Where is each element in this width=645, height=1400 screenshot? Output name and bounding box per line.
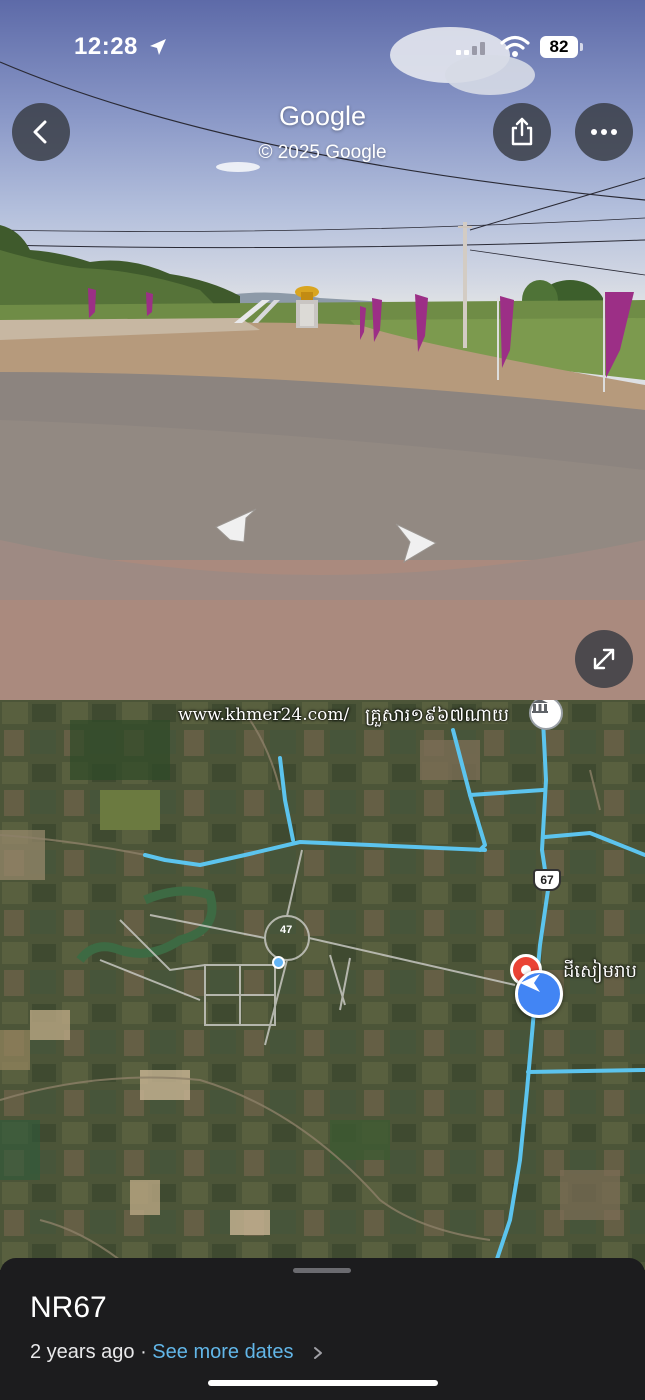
battery-indicator: 82 [540,36,578,58]
battery-nub [580,43,583,51]
cellular-icon [456,42,485,55]
street-view-position-marker[interactable] [515,970,563,1018]
watermark: www.khmer24.com/ [178,705,350,725]
expand-button[interactable] [575,630,633,688]
route-shield: 67 [533,869,561,891]
more-icon [591,129,617,135]
location-arrow-icon [150,39,166,55]
expand-icon [593,648,615,670]
street-view-copyright: © 2025 Google [258,142,387,163]
small-poi-marker[interactable] [272,956,285,969]
see-more-dates-link[interactable]: See more dates [152,1341,293,1363]
share-button[interactable] [493,103,551,161]
capture-date-line: 2 years ago · See more dates [30,1341,294,1364]
navigation-arrow-icon [520,974,540,992]
street-view-panel[interactable]: 12:28 82 Google © 2025 Google [0,0,645,700]
home-indicator[interactable] [208,1380,438,1386]
museum-icon [532,700,548,713]
status-time: 12:28 [74,33,138,60]
road-name: NR67 [30,1291,107,1324]
share-icon [511,117,533,146]
wifi-icon [500,35,530,57]
satellite-map[interactable]: www.khmer24.com/ គ្រួសារ១៩៦៧ណាយ 67 47 ដី… [0,700,645,1270]
bottom-sheet[interactable]: NR67 2 years ago · See more dates [0,1258,645,1400]
status-bar: 12:28 82 [0,0,645,95]
more-options-button[interactable] [575,103,633,161]
place-label-pin[interactable]: ដីសៀមរាប [563,959,637,986]
separator-dot: · [134,1341,153,1363]
sheet-grabber[interactable] [293,1268,351,1273]
capture-age: 2 years ago [30,1341,135,1363]
place-label-top[interactable]: គ្រួសារ១៩៦៧ណាយ [365,703,509,730]
chevron-right-icon[interactable] [313,1346,323,1360]
roundabout-label: 47 [280,924,293,936]
